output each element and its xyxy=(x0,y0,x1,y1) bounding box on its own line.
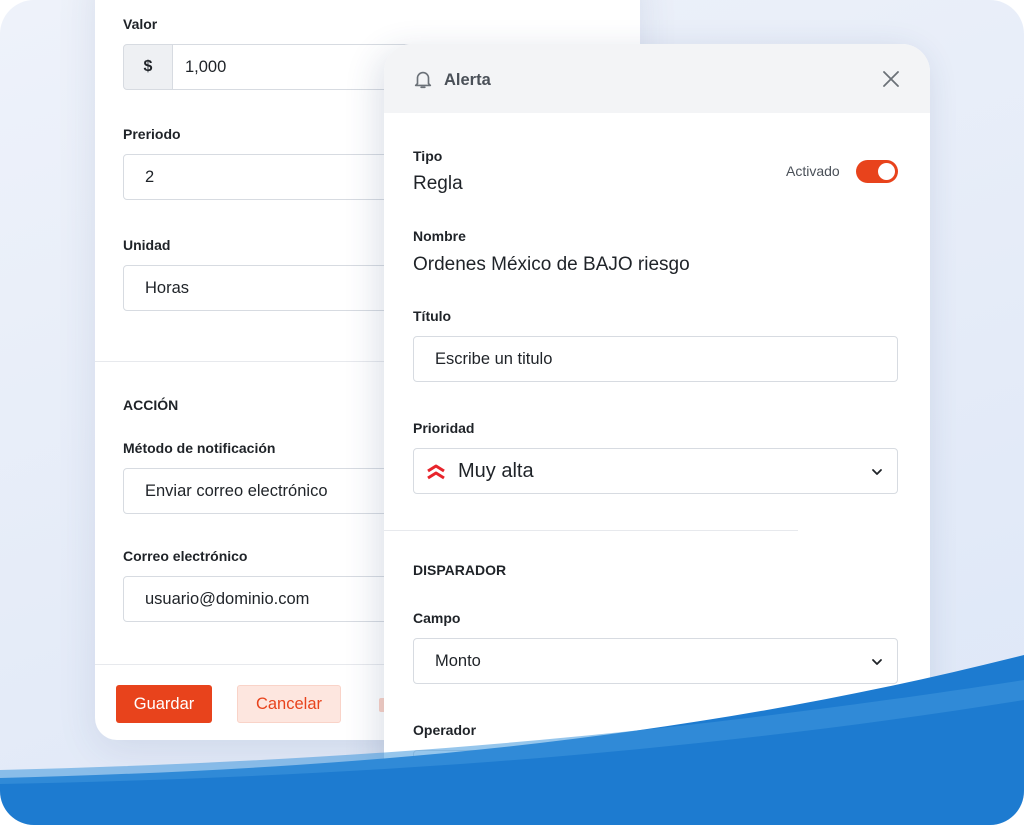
chevron-down-icon xyxy=(872,469,882,475)
app-canvas: Valor $ 1,000 Preriodo 2 Unidad Horas AC… xyxy=(0,0,1024,825)
close-icon[interactable] xyxy=(882,70,900,88)
save-button[interactable]: Guardar xyxy=(116,685,212,723)
activado-toggle[interactable] xyxy=(856,160,898,183)
metodo-label: Método de notificación xyxy=(123,440,276,456)
toggle-knob xyxy=(878,163,895,180)
titulo-input[interactable]: Escribe un titulo xyxy=(413,336,898,382)
toggle-label: Activado xyxy=(786,163,840,179)
correo-label: Correo electrónico xyxy=(123,548,248,564)
panel-title: Alerta xyxy=(444,71,491,89)
panel-header: Alerta xyxy=(384,44,930,113)
campo-select[interactable]: Monto xyxy=(413,638,898,684)
tipo-label: Tipo xyxy=(413,148,443,164)
operador-label: Operador xyxy=(413,722,477,738)
titulo-label: Título xyxy=(413,308,452,324)
bell-icon xyxy=(414,71,432,89)
cancel-button[interactable]: Cancelar xyxy=(237,685,341,723)
chevron-down-icon xyxy=(872,659,882,665)
currency-prefix: $ xyxy=(123,44,173,90)
valor-label: Valor xyxy=(123,16,158,32)
section-divider xyxy=(384,530,798,531)
prioridad-value: Muy alta xyxy=(458,460,534,482)
campo-label: Campo xyxy=(413,610,461,626)
accion-section-title: ACCIÓN xyxy=(123,397,179,413)
operador-select[interactable] xyxy=(413,750,898,796)
double-chevron-up-icon xyxy=(427,464,445,480)
alert-panel: Alerta Tipo Regla Activado Nombre Ordene… xyxy=(384,44,930,825)
nombre-value: Ordenes México de BAJO riesgo xyxy=(413,254,690,275)
tipo-value: Regla xyxy=(413,173,463,194)
prioridad-select[interactable]: Muy alta xyxy=(413,448,898,494)
nombre-label: Nombre xyxy=(413,228,466,244)
prioridad-label: Prioridad xyxy=(413,420,475,436)
campo-value: Monto xyxy=(435,652,481,670)
periodo-label: Preriodo xyxy=(123,126,181,142)
unidad-label: Unidad xyxy=(123,237,171,253)
disparador-section-title: DISPARADOR xyxy=(413,562,507,578)
